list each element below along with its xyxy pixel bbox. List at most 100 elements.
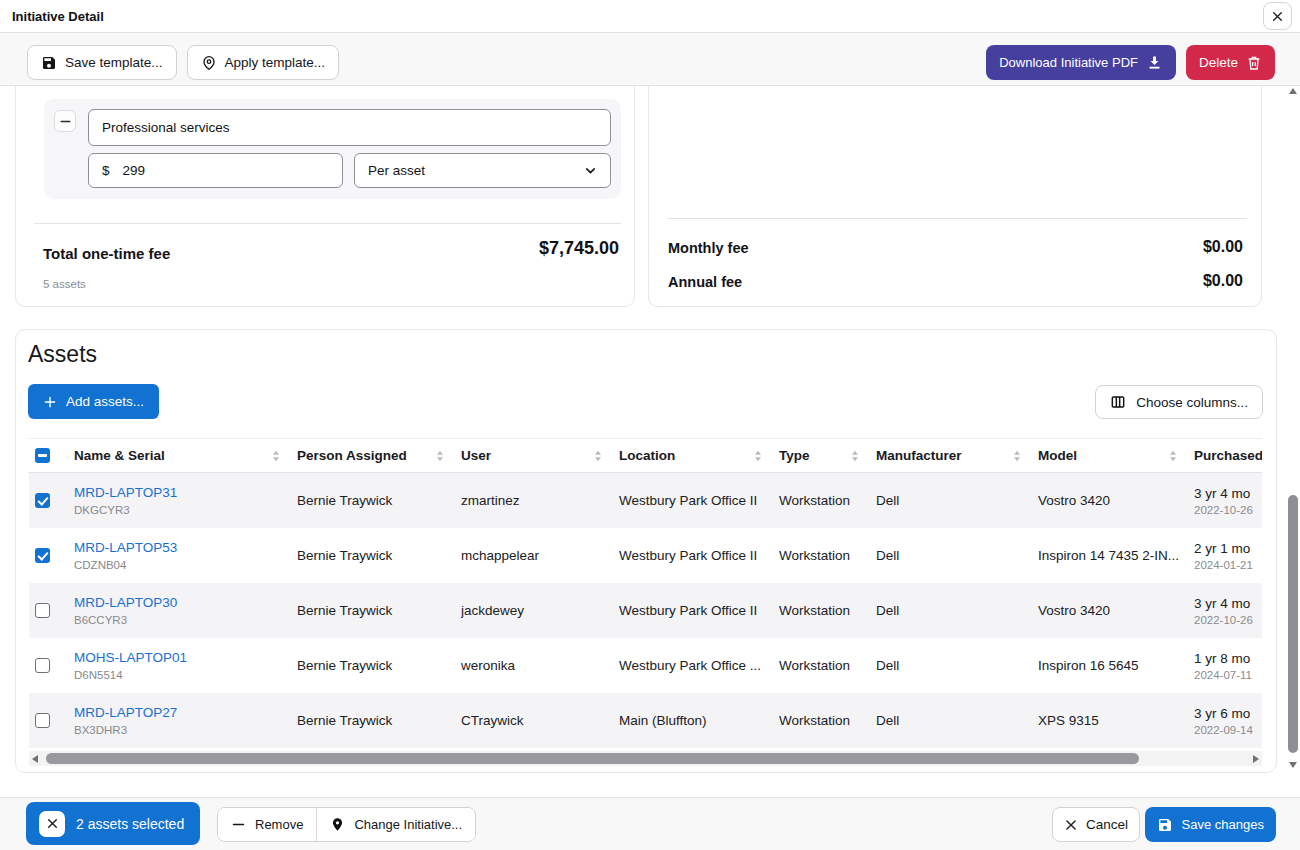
sort-icon[interactable] <box>754 450 762 462</box>
asset-count-note: 5 assets <box>43 278 86 290</box>
horizontal-scroll-thumb[interactable] <box>46 753 1139 764</box>
asset-age: 1 yr 8 mo <box>1194 651 1262 666</box>
cell-user: CTraywick <box>461 713 619 728</box>
remove-fee-button[interactable] <box>54 110 76 132</box>
asset-name-link[interactable]: MRD-LAPTOP53 <box>74 540 297 555</box>
cell-name-serial: MRD-LAPTOP31 DKGCYR3 <box>74 485 297 516</box>
asset-table-body: MRD-LAPTOP31 DKGCYR3 Bernie Traywick zma… <box>29 473 1262 748</box>
cancel-button[interactable]: Cancel <box>1052 807 1140 842</box>
minus-icon <box>59 115 72 128</box>
asset-name-link[interactable]: MRD-LAPTOP30 <box>74 595 297 610</box>
column-header-type[interactable]: Type <box>779 439 876 472</box>
save-template-label: Save template... <box>65 55 163 70</box>
sort-icon[interactable] <box>594 450 602 462</box>
cell-type: Workstation <box>779 603 876 618</box>
horizontal-scrollbar[interactable] <box>29 751 1262 766</box>
vertical-scroll-thumb[interactable] <box>1288 495 1298 753</box>
clear-selection-button[interactable] <box>39 811 65 837</box>
asset-serial: D6N5514 <box>74 669 297 681</box>
cell-name-serial: MOHS-LAPTOP01 D6N5514 <box>74 650 297 681</box>
save-template-button[interactable]: Save template... <box>27 45 177 80</box>
selection-pill[interactable]: 2 assets selected <box>26 802 200 845</box>
assets-card: Assets Add assets... Choose columns... N… <box>15 329 1277 773</box>
divider <box>668 218 1247 219</box>
asset-age: 3 yr 6 mo <box>1194 706 1262 721</box>
column-label: Manufacturer <box>876 448 962 463</box>
fee-amount-input[interactable]: $ 299 <box>88 153 343 188</box>
asset-name-link[interactable]: MOHS-LAPTOP01 <box>74 650 297 665</box>
cell-type: Workstation <box>779 493 876 508</box>
table-row[interactable]: MRD-LAPTOP31 DKGCYR3 Bernie Traywick zma… <box>29 473 1262 528</box>
column-header-user[interactable]: User <box>461 439 619 472</box>
sort-icon[interactable] <box>851 450 859 462</box>
close-icon <box>46 817 59 830</box>
remove-button[interactable]: Remove <box>218 808 316 841</box>
download-pdf-button[interactable]: Download Initiative PDF <box>986 45 1176 80</box>
delete-button[interactable]: Delete <box>1186 45 1275 80</box>
asset-table-header: Name & SerialPerson AssignedUserLocation… <box>29 438 1262 473</box>
cell-user: jackdewey <box>461 603 619 618</box>
change-initiative-button[interactable]: Change Initiative... <box>316 808 475 841</box>
cell-purchased: 1 yr 8 mo 2024-07-11 <box>1194 651 1262 681</box>
column-header-manufacturer[interactable]: Manufacturer <box>876 439 1038 472</box>
add-assets-label: Add assets... <box>66 394 144 409</box>
sort-icon[interactable] <box>1169 450 1177 462</box>
row-checkbox[interactable] <box>35 493 50 508</box>
sort-icon[interactable] <box>1013 450 1021 462</box>
sort-icon[interactable] <box>272 450 280 462</box>
cell-name-serial: MRD-LAPTOP30 B6CCYR3 <box>74 595 297 626</box>
cell-model: XPS 9315 <box>1038 713 1194 728</box>
select-all-checkbox[interactable] <box>35 448 50 463</box>
modal-titlebar: Initiative Detail <box>0 0 1300 33</box>
purchase-date: 2022-10-26 <box>1194 614 1262 626</box>
sort-icon[interactable] <box>436 450 444 462</box>
cell-location: Westbury Park Office II <box>619 548 779 563</box>
column-header-purchased[interactable]: Purchased <box>1194 439 1262 472</box>
cell-person-assigned: Bernie Traywick <box>297 603 461 618</box>
column-label: Location <box>619 448 675 463</box>
row-checkbox[interactable] <box>35 658 50 673</box>
column-header-name-serial[interactable]: Name & Serial <box>74 439 297 472</box>
fee-name-input[interactable]: Professional services <box>88 109 611 146</box>
minus-icon <box>231 817 246 832</box>
save-changes-button[interactable]: Save changes <box>1145 807 1276 842</box>
cell-model: Vostro 3420 <box>1038 603 1194 618</box>
asset-name-link[interactable]: MRD-LAPTOP31 <box>74 485 297 500</box>
plus-icon <box>43 395 57 409</box>
monthly-fee-label: Monthly fee <box>668 240 749 256</box>
table-row[interactable]: MRD-LAPTOP27 BX3DHR3 Bernie Traywick CTr… <box>29 693 1262 748</box>
purchase-date: 2022-09-14 <box>1194 724 1262 736</box>
scroll-left-arrow[interactable] <box>32 755 38 763</box>
scroll-right-arrow[interactable] <box>1253 755 1259 763</box>
choose-columns-button[interactable]: Choose columns... <box>1095 385 1263 419</box>
asset-name-link[interactable]: MRD-LAPTOP27 <box>74 705 297 720</box>
choose-columns-label: Choose columns... <box>1136 395 1248 410</box>
row-checkbox[interactable] <box>35 603 50 618</box>
row-checkbox[interactable] <box>35 548 50 563</box>
close-button[interactable] <box>1263 2 1292 30</box>
one-time-fee-value: $7,745.00 <box>539 238 619 259</box>
modal-content: Professional services $ 299 Per asset To… <box>0 86 1300 797</box>
add-assets-button[interactable]: Add assets... <box>28 384 159 419</box>
column-header-person-assigned[interactable]: Person Assigned <box>297 439 461 472</box>
table-row[interactable]: MRD-LAPTOP53 CDZNB04 Bernie Traywick mch… <box>29 528 1262 583</box>
vertical-scrollbar[interactable] <box>1288 86 1299 775</box>
apply-template-button[interactable]: Apply template... <box>187 45 340 80</box>
pin-icon <box>201 55 217 71</box>
assets-heading: Assets <box>28 341 97 368</box>
table-row[interactable]: MOHS-LAPTOP01 D6N5514 Bernie Traywick we… <box>29 638 1262 693</box>
fee-unit-select[interactable]: Per asset <box>354 153 611 188</box>
cell-location: Westbury Park Office II <box>619 493 779 508</box>
column-header-model[interactable]: Model <box>1038 439 1194 472</box>
download-icon <box>1146 54 1163 71</box>
column-header-location[interactable]: Location <box>619 439 779 472</box>
row-checkbox[interactable] <box>35 713 50 728</box>
asset-serial: B6CCYR3 <box>74 614 297 626</box>
annual-fee-label: Annual fee <box>668 274 742 290</box>
cell-purchased: 3 yr 4 mo 2022-10-26 <box>1194 486 1262 516</box>
scroll-up-arrow[interactable] <box>1289 88 1297 94</box>
table-row[interactable]: MRD-LAPTOP30 B6CCYR3 Bernie Traywick jac… <box>29 583 1262 638</box>
cancel-label: Cancel <box>1086 817 1128 832</box>
cell-purchased: 3 yr 6 mo 2022-09-14 <box>1194 706 1262 736</box>
scroll-down-arrow[interactable] <box>1289 762 1297 768</box>
